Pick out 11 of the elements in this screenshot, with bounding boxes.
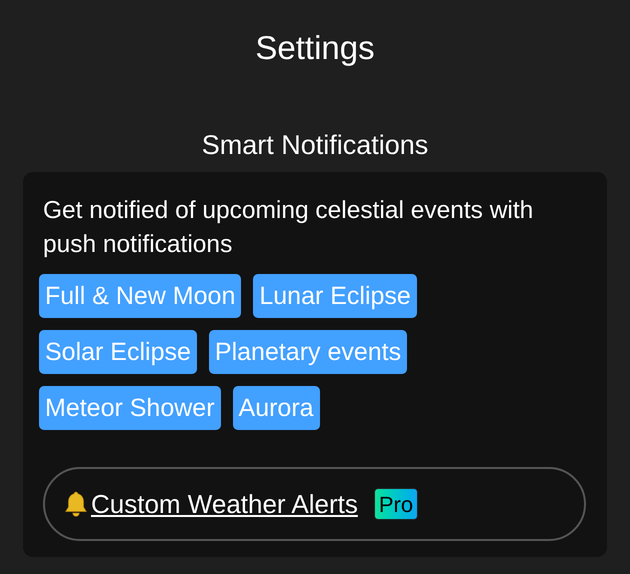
event-tag[interactable]: Solar Eclipse: [39, 330, 197, 374]
description-text: Get notified of upcoming celestial events with push notifications: [42, 196, 534, 260]
section-title: Smart Notifications: [202, 129, 428, 162]
event-tag[interactable]: Aurora: [232, 386, 320, 430]
event-tag[interactable]: Meteor Shower: [39, 386, 221, 430]
custom-weather-alerts-link[interactable]: Custom Weather Alerts: [91, 484, 358, 524]
event-tag[interactable]: Planetary events: [208, 330, 408, 374]
pro-badge: Pro: [374, 488, 418, 520]
page-title: Settings: [255, 28, 375, 68]
event-tag[interactable]: Lunar Eclipse: [253, 274, 417, 318]
event-tag[interactable]: Full & New Moon: [39, 274, 242, 318]
